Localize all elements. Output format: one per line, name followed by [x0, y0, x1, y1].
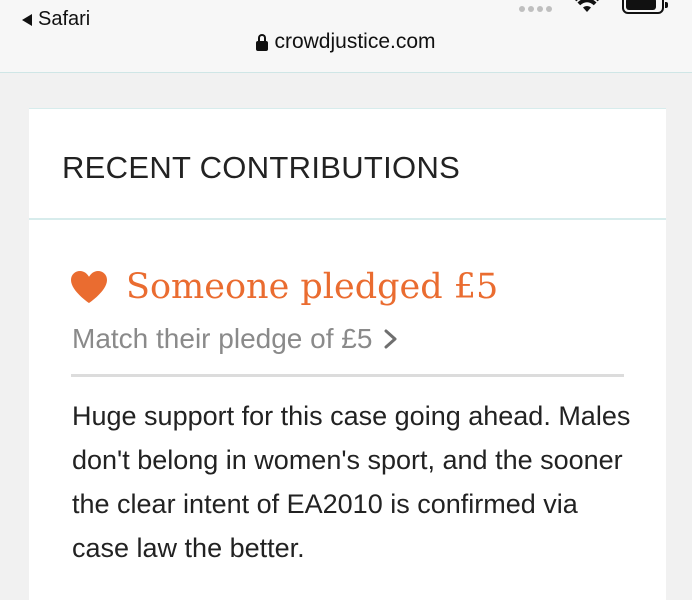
divider [71, 374, 624, 377]
page: Safari crowdjustice.com RECENT CONTRIBUT… [0, 0, 692, 600]
contribution-comment: Huge support for this case going ahead. … [72, 401, 631, 563]
chevron-right-icon [384, 329, 397, 349]
url-text: crowdjustice.com [274, 30, 436, 53]
lock-icon [256, 33, 269, 51]
cellular-signal-icon [519, 6, 552, 12]
pledge-text: Someone pledged £5 [126, 267, 499, 307]
back-triangle-icon [22, 13, 32, 26]
pledge-headline: Someone pledged £5 [70, 267, 498, 307]
battery-icon [622, 0, 668, 14]
section-title: RECENT CONTRIBUTIONS [62, 150, 461, 185]
back-to-safari-button[interactable]: Safari [22, 8, 90, 31]
address-bar[interactable]: crowdjustice.com [0, 30, 692, 54]
browser-top-bar: Safari crowdjustice.com [0, 0, 692, 73]
match-pledge-link[interactable]: Match their pledge of £5 [72, 323, 398, 355]
match-pledge-label: Match their pledge of £5 [72, 323, 373, 354]
section-header: RECENT CONTRIBUTIONS [29, 109, 666, 220]
heart-icon [71, 271, 107, 303]
status-indicators [519, 0, 668, 14]
back-app-label: Safari [38, 8, 91, 30]
wifi-icon [575, 0, 599, 12]
recent-contributions-card: RECENT CONTRIBUTIONS Someone pledged £5 … [29, 108, 666, 600]
